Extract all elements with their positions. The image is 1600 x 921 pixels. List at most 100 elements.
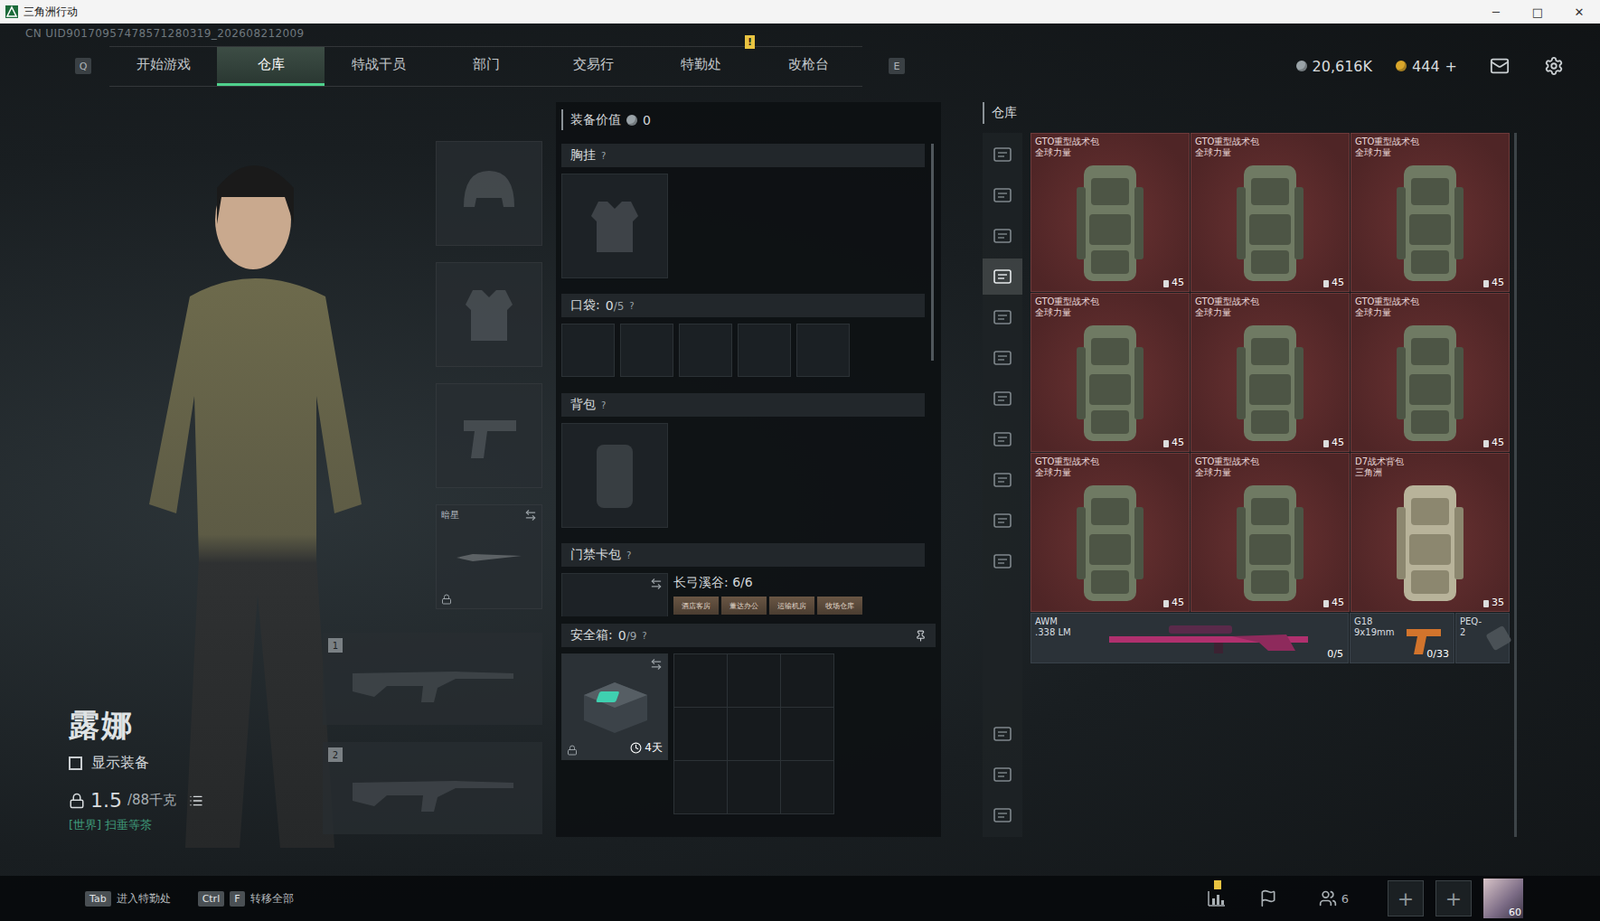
category-tab[interactable] bbox=[982, 136, 1023, 173]
keycard[interactable]: 牧场仓库 bbox=[817, 596, 863, 615]
window-control-button[interactable]: ─ bbox=[1475, 0, 1517, 24]
item-cell[interactable]: GTO重型战术包全球力量45 bbox=[1030, 132, 1190, 292]
nav-tab[interactable]: 改枪台 bbox=[754, 47, 863, 86]
list-icon[interactable] bbox=[188, 793, 204, 809]
category-tab[interactable] bbox=[982, 217, 1023, 255]
helmet-slot[interactable] bbox=[435, 141, 543, 246]
safe-cell[interactable] bbox=[781, 707, 834, 761]
item-cell[interactable]: GTO重型战术包全球力量45 bbox=[1350, 132, 1510, 292]
add-teammate-button[interactable]: + bbox=[1435, 880, 1472, 917]
item-cell[interactable]: D7战术背包三角洲35 bbox=[1350, 452, 1510, 612]
add-teammate-button[interactable]: + bbox=[1387, 880, 1424, 917]
help-mark[interactable]: ? bbox=[641, 630, 647, 641]
warehouse-tool[interactable] bbox=[982, 756, 1023, 793]
swap-button[interactable] bbox=[649, 577, 663, 591]
category-tab[interactable] bbox=[982, 502, 1023, 539]
currency[interactable]: 20,616K bbox=[1296, 57, 1373, 76]
key-hint[interactable]: CtrlF转移全部 bbox=[197, 891, 294, 907]
category-tab[interactable] bbox=[982, 421, 1023, 458]
pistol-slot[interactable] bbox=[435, 383, 543, 489]
mail-button[interactable] bbox=[1489, 56, 1510, 76]
category-tab[interactable] bbox=[982, 339, 1023, 377]
player-avatar[interactable]: 60 bbox=[1483, 878, 1524, 919]
category-tab[interactable] bbox=[982, 299, 1023, 336]
pin-button[interactable] bbox=[914, 630, 927, 642]
safe-box-slot[interactable]: 4天 bbox=[561, 653, 669, 761]
settings-button[interactable] bbox=[1543, 56, 1564, 76]
item-cell[interactable]: GTO重型战术包全球力量45 bbox=[1190, 132, 1350, 292]
swap-button[interactable] bbox=[524, 508, 537, 522]
armor-slot[interactable] bbox=[435, 262, 543, 368]
item-cell[interactable]: GTO重型战术包全球力量45 bbox=[1350, 292, 1510, 452]
item-cell[interactable]: GTO重型战术包全球力量45 bbox=[1190, 452, 1350, 612]
safe-cell[interactable] bbox=[727, 761, 781, 814]
scrollbar[interactable] bbox=[1514, 132, 1517, 838]
add-currency-button[interactable]: + bbox=[1445, 57, 1458, 76]
gear-icon bbox=[1543, 56, 1564, 76]
category-tab[interactable] bbox=[982, 177, 1023, 214]
pocket-cell[interactable] bbox=[796, 323, 850, 377]
safe-cell[interactable] bbox=[727, 707, 781, 761]
weapon-slot[interactable]: 2 bbox=[322, 742, 543, 835]
backpack-slot[interactable] bbox=[561, 423, 669, 528]
safe-cell[interactable] bbox=[781, 761, 834, 814]
pocket-cell[interactable] bbox=[561, 323, 615, 377]
safe-cell[interactable] bbox=[781, 654, 834, 707]
item-count: 45 bbox=[1322, 436, 1345, 449]
help-mark[interactable]: ? bbox=[601, 150, 606, 161]
safe-cell[interactable] bbox=[674, 761, 727, 814]
scrollbar[interactable] bbox=[931, 143, 934, 361]
safe-cell[interactable] bbox=[674, 707, 727, 761]
flag-icon bbox=[1259, 889, 1278, 908]
section-title: 胸挂 bbox=[570, 147, 596, 164]
item-cell[interactable]: GTO重型战术包全球力量45 bbox=[1190, 292, 1350, 452]
melee-slot[interactable]: 暗星 bbox=[435, 504, 543, 610]
warehouse-tool[interactable] bbox=[982, 715, 1023, 753]
window-control-button[interactable]: ✕ bbox=[1558, 0, 1600, 24]
warehouse-tool[interactable] bbox=[982, 797, 1023, 834]
weapon-cell[interactable]: G189x19mm0/33 bbox=[1349, 612, 1455, 664]
show-equipment-toggle[interactable]: 显示装备 bbox=[68, 753, 323, 773]
flag-button[interactable] bbox=[1259, 889, 1278, 908]
checkbox[interactable] bbox=[68, 756, 83, 771]
keycard[interactable]: 酒店客房 bbox=[673, 596, 719, 615]
weapon-cell[interactable]: AWM.338 LM0/5 bbox=[1030, 612, 1349, 664]
safe-cell[interactable] bbox=[674, 654, 727, 707]
pistol-icon bbox=[452, 404, 526, 468]
help-mark[interactable]: ? bbox=[629, 301, 634, 311]
nav-tab[interactable]: 开始游戏 bbox=[109, 47, 217, 86]
stats-button[interactable] bbox=[1206, 889, 1227, 908]
next-key[interactable]: E bbox=[888, 57, 905, 75]
weapon-cell[interactable]: PEQ-2 bbox=[1455, 612, 1510, 664]
keycard[interactable]: 董达办公 bbox=[721, 596, 767, 615]
chest-rig-slot[interactable] bbox=[561, 173, 669, 279]
keycard[interactable]: 运输机房 bbox=[769, 596, 815, 615]
window-control-button[interactable]: □ bbox=[1516, 0, 1559, 24]
pocket-cell[interactable] bbox=[737, 323, 791, 377]
prev-key[interactable]: Q bbox=[75, 57, 92, 75]
nav-tab[interactable]: 仓库 bbox=[216, 47, 325, 86]
item-cell[interactable]: GTO重型战术包全球力量45 bbox=[1030, 452, 1190, 612]
currency[interactable]: 444+ bbox=[1395, 57, 1458, 76]
safe-cell[interactable] bbox=[727, 654, 781, 707]
squad-button[interactable]: 6 bbox=[1318, 889, 1349, 908]
help-mark[interactable]: ? bbox=[601, 400, 606, 411]
category-tab[interactable] bbox=[982, 461, 1023, 499]
chat-line[interactable]: [世界] 扫垂等茶 bbox=[68, 817, 323, 834]
nav-tab[interactable]: 特勤处! bbox=[647, 47, 755, 86]
key-hint[interactable]: Tab进入特勤处 bbox=[84, 891, 171, 907]
category-tab[interactable] bbox=[982, 543, 1023, 580]
pocket-cell[interactable] bbox=[620, 323, 674, 377]
pocket-cell[interactable] bbox=[678, 323, 733, 377]
loadout-scroll[interactable]: 胸挂?口袋:0/5?背包?门禁卡包?长弓溪谷: 6/6酒店客房董达办公运输机房牧… bbox=[561, 143, 936, 617]
nav-tab[interactable]: 特战干员 bbox=[324, 47, 433, 86]
help-mark[interactable]: ? bbox=[626, 550, 631, 561]
nav-tab[interactable]: 交易行 bbox=[539, 47, 648, 86]
weapon-slot[interactable]: 1 bbox=[322, 632, 543, 725]
nav-tab[interactable]: 部门 bbox=[432, 47, 540, 86]
swap-button[interactable] bbox=[649, 658, 663, 671]
keycard-case[interactable] bbox=[561, 573, 669, 617]
item-cell[interactable]: GTO重型战术包全球力量45 bbox=[1030, 292, 1190, 452]
category-tab[interactable] bbox=[982, 258, 1023, 295]
category-tab[interactable] bbox=[982, 380, 1023, 417]
